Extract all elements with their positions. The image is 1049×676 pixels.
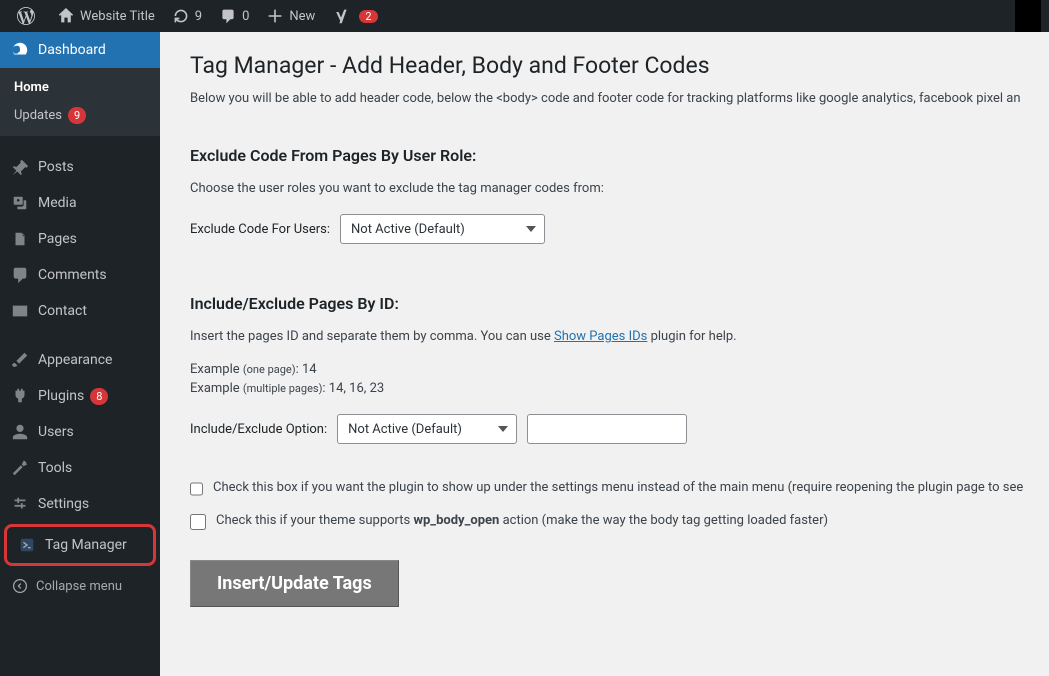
- updates-menu[interactable]: 9: [163, 0, 210, 32]
- yoast-menu[interactable]: 2: [323, 0, 385, 32]
- site-title: Website Title: [80, 9, 155, 24]
- comments-icon: [10, 265, 30, 285]
- pages-icon: [10, 229, 30, 249]
- exclude-role-label: Exclude Code For Users:: [190, 222, 330, 237]
- collapse-icon: [10, 576, 30, 596]
- page-description: Below you will be able to add header cod…: [190, 91, 1019, 106]
- exclude-role-row: Exclude Code For Users: Not Active (Defa…: [190, 214, 1019, 244]
- mail-icon: [10, 301, 30, 321]
- updates-badge: 9: [68, 107, 86, 124]
- exclude-role-heading: Exclude Code From Pages By User Role:: [190, 146, 1019, 165]
- pin-icon: [10, 157, 30, 177]
- plus-icon: [265, 6, 285, 26]
- exclude-role-desc: Choose the user roles you want to exclud…: [190, 181, 1019, 196]
- admin-sidebar: Dashboard Home Updates 9 Posts Media Pag…: [0, 32, 160, 676]
- updates-count: 9: [195, 9, 202, 24]
- brush-icon: [10, 350, 30, 370]
- submenu-home[interactable]: Home: [0, 74, 160, 101]
- menu-settings[interactable]: Settings: [0, 486, 160, 522]
- page-title: Tag Manager - Add Header, Body and Foote…: [190, 52, 1019, 79]
- menu-users[interactable]: Users: [0, 414, 160, 450]
- account-box[interactable]: [1015, 0, 1041, 32]
- wp-body-open-checkbox[interactable]: [190, 514, 206, 530]
- plugins-badge: 8: [90, 388, 108, 405]
- new-label: New: [289, 9, 315, 24]
- media-icon: [10, 193, 30, 213]
- settings-menu-checkbox[interactable]: [190, 481, 203, 497]
- menu-contact[interactable]: Contact: [0, 293, 160, 329]
- example-one-page: Example (one page): 14: [190, 362, 1019, 377]
- tag-manager-icon: [17, 535, 37, 555]
- home-icon: [56, 6, 76, 26]
- submenu-updates[interactable]: Updates 9: [0, 101, 160, 130]
- insert-update-tags-button[interactable]: Insert/Update Tags: [190, 560, 399, 607]
- comments-menu[interactable]: 0: [210, 0, 257, 32]
- admin-bar: Website Title 9 0 New 2: [0, 0, 1049, 32]
- update-icon: [171, 6, 191, 26]
- menu-tag-manager[interactable]: Tag Manager: [7, 527, 153, 563]
- menu-comments[interactable]: Comments: [0, 257, 160, 293]
- menu-media[interactable]: Media: [0, 185, 160, 221]
- menu-tools[interactable]: Tools: [0, 450, 160, 486]
- user-icon: [10, 422, 30, 442]
- show-pages-ids-link[interactable]: Show Pages IDs: [554, 329, 647, 344]
- menu-appearance[interactable]: Appearance: [0, 342, 160, 378]
- wp-body-open-checkbox-label: Check this if your theme supports wp_bod…: [216, 513, 828, 528]
- plugin-icon: [10, 386, 30, 406]
- settings-icon: [10, 494, 30, 514]
- wp-body-open-checkbox-row: Check this if your theme supports wp_bod…: [190, 513, 1019, 530]
- menu-plugins[interactable]: Plugins 8: [0, 378, 160, 414]
- include-exclude-desc: Insert the pages ID and separate them by…: [190, 329, 1019, 344]
- include-exclude-row: Include/Exclude Option: Not Active (Defa…: [190, 414, 1019, 444]
- site-name-menu[interactable]: Website Title: [48, 0, 163, 32]
- wordpress-icon: [16, 6, 36, 26]
- yoast-badge: 2: [359, 10, 377, 23]
- new-content-menu[interactable]: New: [257, 0, 323, 32]
- menu-posts[interactable]: Posts: [0, 149, 160, 185]
- menu-tag-manager-highlight: Tag Manager: [4, 524, 156, 566]
- include-exclude-input[interactable]: [527, 414, 687, 444]
- comments-count: 0: [242, 9, 249, 24]
- wrench-icon: [10, 458, 30, 478]
- menu-pages[interactable]: Pages: [0, 221, 160, 257]
- dashboard-submenu: Home Updates 9: [0, 68, 160, 136]
- yoast-icon: [331, 6, 351, 26]
- include-exclude-heading: Include/Exclude Pages By ID:: [190, 294, 1019, 313]
- menu-label: Dashboard: [38, 42, 106, 58]
- comment-icon: [218, 6, 238, 26]
- dashboard-icon: [10, 40, 30, 60]
- settings-menu-checkbox-label: Check this box if you want the plugin to…: [213, 480, 1023, 495]
- wp-logo-menu[interactable]: [8, 0, 48, 32]
- exclude-role-select[interactable]: Not Active (Default): [340, 214, 545, 244]
- collapse-menu[interactable]: Collapse menu: [0, 568, 160, 604]
- menu-dashboard[interactable]: Dashboard: [0, 32, 160, 68]
- settings-menu-checkbox-row: Check this box if you want the plugin to…: [190, 480, 1019, 497]
- example-multiple-pages: Example (multiple pages): 14, 16, 23: [190, 381, 1019, 396]
- include-exclude-label: Include/Exclude Option:: [190, 422, 327, 437]
- main-content: Tag Manager - Add Header, Body and Foote…: [160, 32, 1049, 676]
- include-exclude-select[interactable]: Not Active (Default): [337, 414, 517, 444]
